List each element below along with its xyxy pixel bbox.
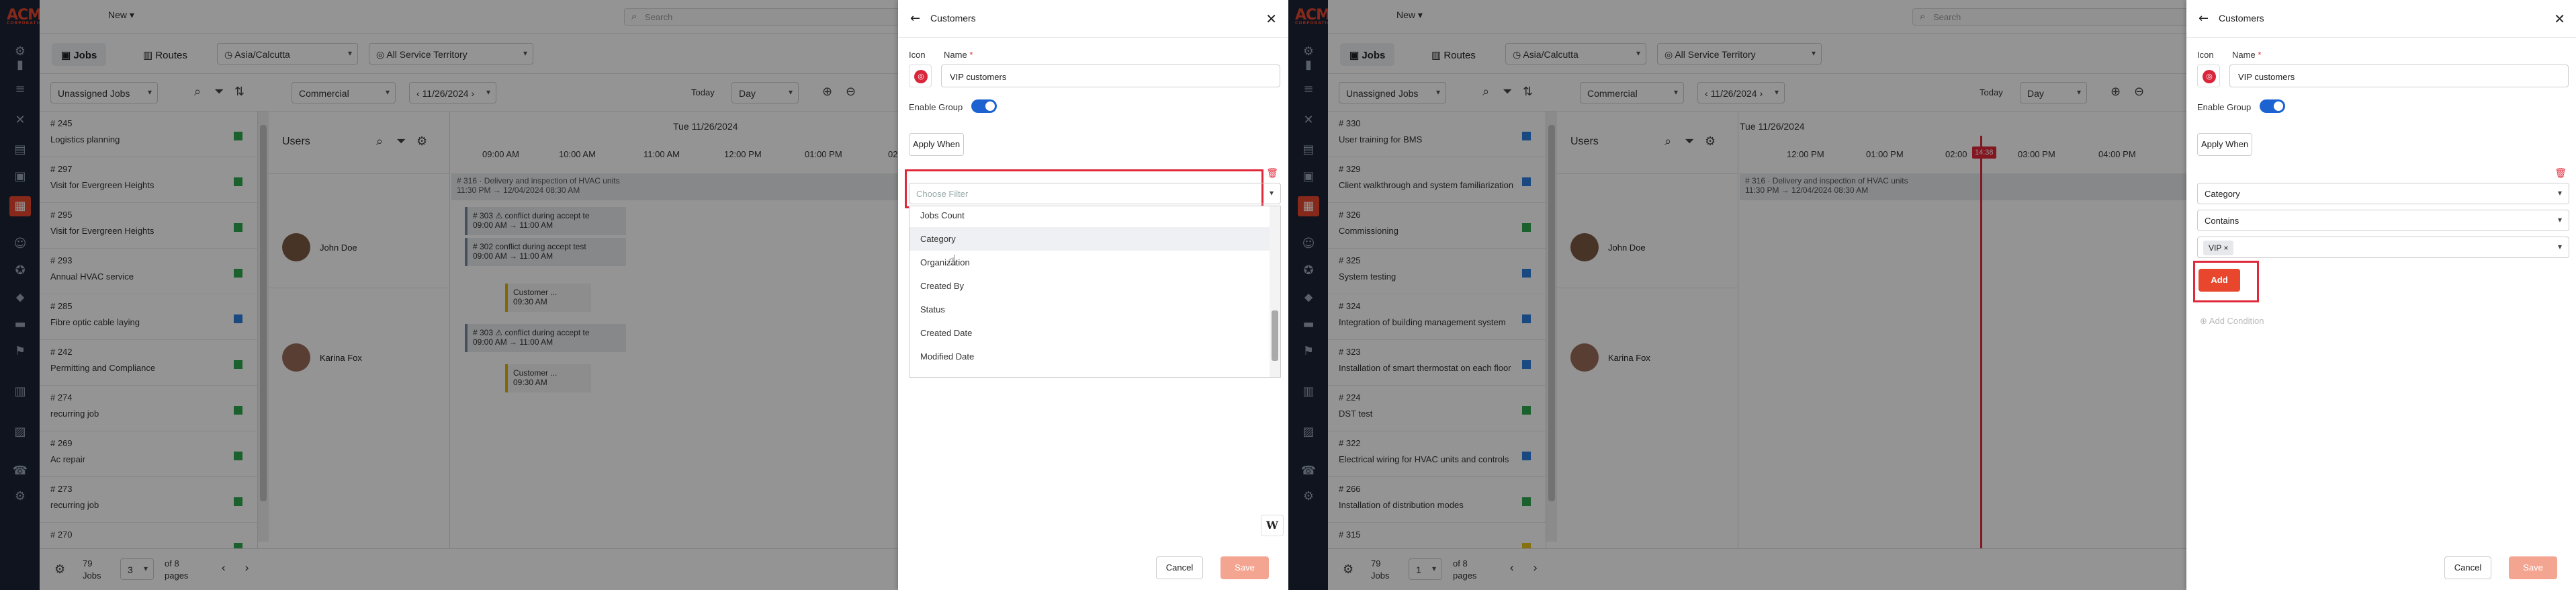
option-created-by[interactable]: Created By (909, 274, 1270, 298)
customers-group-panel: ← Customers ✕ Icon Name * ◎ VIP customer… (898, 0, 1288, 590)
enable-group-label: Enable Group (2197, 102, 2252, 112)
value-chip[interactable]: VIP × (2203, 241, 2234, 255)
back-arrow-icon[interactable]: ← (2199, 11, 2209, 26)
save-button[interactable]: Save (1220, 556, 1269, 579)
value-multiselect[interactable]: VIP × (2197, 237, 2569, 258)
option-jobs-count[interactable]: Jobs Count (909, 206, 1270, 227)
panel-title: Customers (930, 13, 976, 24)
group-icon-picker[interactable]: ◎ (2197, 65, 2220, 87)
option-organization[interactable]: Organization (909, 251, 1270, 274)
cursor-hand-icon: ☝ (948, 252, 957, 268)
name-field[interactable]: VIP customers (941, 65, 1280, 87)
option-modified-date[interactable]: Modified Date (909, 345, 1270, 368)
panel-title: Customers (2219, 13, 2264, 24)
target-icon: ◎ (914, 70, 928, 83)
filter-field-select[interactable]: Category (2197, 183, 2569, 204)
group-icon-picker[interactable]: ◎ (909, 65, 932, 87)
option-category[interactable]: Category (909, 227, 1270, 251)
apply-when-button[interactable]: Apply When (2197, 133, 2252, 156)
screen-panel-1: ACME CORPORATION ⚙ ▮ ≡ ✕ ▤ ▣ ▦ ☺ ✪ ⬥ ▬ ⚑ … (0, 0, 1288, 590)
panel-header: ← Customers ✕ (898, 0, 1288, 38)
apply-when-button[interactable]: Apply When (909, 133, 964, 156)
add-condition-link[interactable]: ⊕ Add Condition (2200, 316, 2264, 327)
add-button[interactable]: Add (2199, 269, 2240, 292)
back-arrow-icon[interactable]: ← (910, 11, 920, 26)
target-icon: ◎ (2203, 70, 2216, 83)
widget-icon[interactable]: W (1261, 515, 1284, 536)
enable-group-label: Enable Group (909, 102, 963, 112)
name-label: Name * (944, 50, 973, 60)
choose-filter-select[interactable]: Choose Filter (909, 183, 1281, 204)
option-status[interactable]: Status (909, 298, 1270, 321)
icon-label: Icon (909, 50, 926, 60)
enable-group-toggle[interactable] (2260, 99, 2285, 113)
name-label: Name * (2232, 50, 2262, 60)
cancel-button[interactable]: Cancel (1156, 556, 1203, 579)
trash-icon[interactable]: 🗑 (2555, 168, 2567, 179)
customers-group-panel: ← Customers ✕ Icon Name * ◎ VIP customer… (2186, 0, 2576, 590)
cancel-button[interactable]: Cancel (2444, 556, 2491, 579)
close-icon[interactable]: ✕ (2554, 11, 2565, 27)
chip-remove-icon[interactable]: × (2223, 243, 2228, 253)
save-button[interactable]: Save (2509, 556, 2557, 579)
close-icon[interactable]: ✕ (1265, 11, 1277, 27)
trash-icon[interactable]: 🗑 (1266, 168, 1278, 179)
panel-header: ← Customers ✕ (2186, 0, 2576, 38)
menu-scrollbar[interactable] (1270, 206, 1280, 377)
modal-backdrop[interactable] (1288, 0, 2186, 590)
operator-select[interactable]: Contains (2197, 210, 2569, 231)
filter-options-menu: Jobs Count Category Organization Created… (909, 206, 1281, 378)
icon-label: Icon (2197, 50, 2214, 60)
modal-backdrop[interactable] (0, 0, 898, 590)
name-field[interactable]: VIP customers (2229, 65, 2569, 87)
option-created-date[interactable]: Created Date (909, 321, 1270, 345)
screen-panel-2: ACME CORPORATION ⚙ ▮ ≡ ✕ ▤ ▣ ▦ ☺ ✪ ⬥ ▬ ⚑ … (1288, 0, 2576, 590)
enable-group-toggle[interactable] (971, 99, 997, 113)
